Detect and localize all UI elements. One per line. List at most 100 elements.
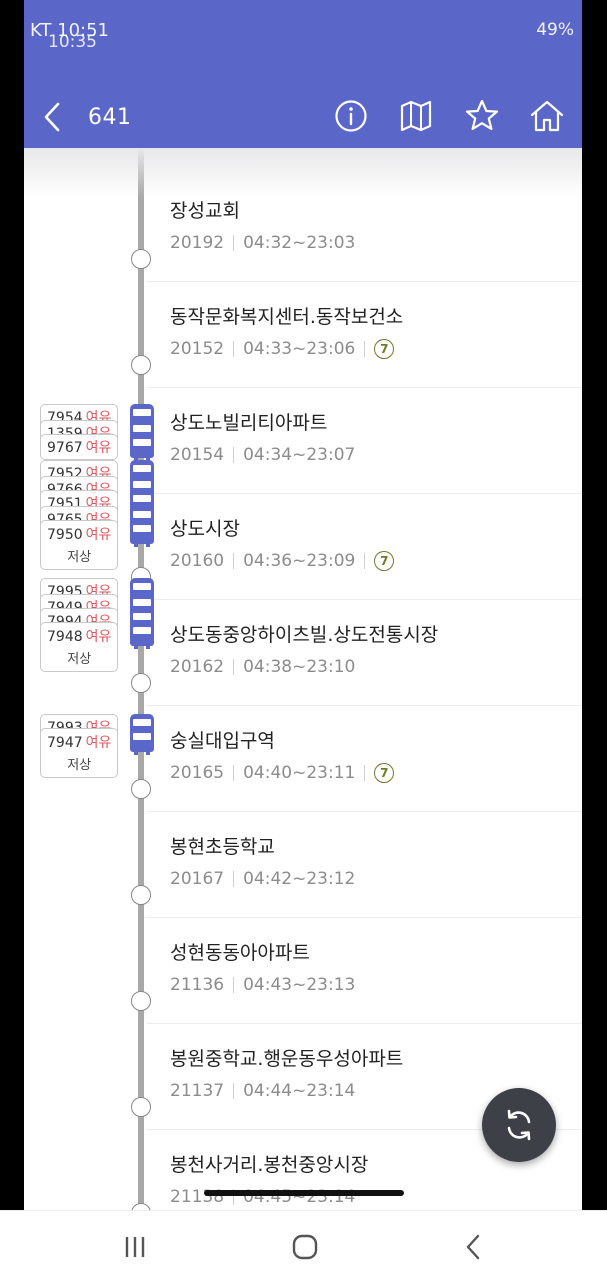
divider [233,871,235,887]
chevron-down-icon[interactable] [131,1203,151,1210]
stop-meta: 20160 04:36~23:09 7 [170,551,395,571]
divider [233,1083,235,1099]
divider [233,977,235,993]
low-floor-label: 저상 [67,758,92,773]
route-number-title: 641 [88,105,132,130]
divider [233,659,235,675]
subway-line-badge: 7 [374,339,395,359]
stop-name: 성현동동아아파트 [170,942,310,964]
stop-list[interactable]: 장성교회 20192 04:32~23:03 동작문화복지센터.동작보건소 20… [24,148,582,1210]
recent-apps-icon[interactable] [117,1229,153,1265]
gesture-handle[interactable] [204,1190,404,1196]
system-nav-bar [0,1210,607,1280]
stop-meta: 20192 04:32~23:03 [170,233,355,253]
stop-id: 20167 [170,869,225,889]
stop-meta: 20167 04:42~23:12 [170,869,355,889]
refresh-icon [507,1109,531,1141]
stop-meta: 21137 04:44~23:14 [170,1081,355,1101]
back-chevron-icon[interactable] [456,1229,492,1265]
subway-line-badge: 7 [374,551,395,571]
info-icon[interactable] [333,98,369,134]
divider [364,341,366,357]
stop-name: 상도노빌리티아파트 [170,412,328,434]
status-bar: KT 10:51 10:35 49% [24,0,582,56]
home-icon[interactable] [529,98,565,134]
bus-crowd-status: 여유 [85,440,112,456]
bus-plate: 7948 [47,629,83,645]
stop-name: 동작문화복지센터.동작보건소 [170,306,404,328]
stop-hours: 04:42~23:12 [243,869,356,889]
stop-id: 20192 [170,233,225,253]
chevron-down-icon[interactable] [131,885,151,905]
divider [364,765,366,781]
divider [364,553,366,569]
bus-tag[interactable]: 9767 여유 [40,434,119,460]
bus-tag[interactable]: 7948 여유저상 [40,622,119,672]
back-arrow-icon[interactable] [38,100,68,134]
stop-hours: 04:33~23:06 [243,339,356,359]
divider [233,447,235,463]
divider [233,235,235,251]
stop-id: 20162 [170,657,225,677]
chevron-down-icon[interactable] [131,355,151,375]
subway-line-badge: 7 [374,763,395,783]
bus-icon[interactable] [130,520,154,547]
low-floor-label: 저상 [67,652,92,667]
star-icon[interactable] [464,98,500,134]
chevron-down-icon[interactable] [131,779,151,799]
stop-meta: 20162 04:38~23:10 [170,657,355,677]
divider [233,341,235,357]
divider [233,553,235,569]
status-overlay-time: 10:35 [48,32,97,52]
stop-id: 20154 [170,445,225,465]
bus-tag[interactable]: 7950 여유저상 [40,520,119,570]
refresh-button[interactable] [482,1088,556,1162]
stop-id: 20152 [170,339,225,359]
stop-hours: 04:40~23:11 [243,763,356,783]
bus-plate: 9767 [47,440,83,456]
status-battery: 49% [536,20,574,40]
stop-hours: 04:32~23:03 [243,233,356,253]
bus-plate: 7950 [47,527,83,543]
stop-hours: 04:38~23:10 [243,657,356,677]
home-circle-icon[interactable] [287,1229,323,1265]
chevron-down-icon[interactable] [131,249,151,269]
bus-crowd-status: 여유 [85,527,112,543]
stop-name: 숭실대입구역 [170,730,275,752]
chevron-down-icon[interactable] [131,673,151,693]
stop-id: 21136 [170,975,225,995]
stop-row[interactable]: 동작문화복지센터.동작보건소 20152 04:33~23:06 7 [24,282,582,388]
map-icon[interactable] [398,98,434,134]
stop-meta: 21136 04:43~23:13 [170,975,355,995]
stop-hours: 04:43~23:13 [243,975,356,995]
stop-hours: 04:34~23:07 [243,445,356,465]
stop-meta: 20152 04:33~23:06 7 [170,339,395,359]
stop-id: 20160 [170,551,225,571]
stop-meta: 20165 04:40~23:11 7 [170,763,395,783]
stop-name: 장성교회 [170,200,240,222]
app-bar: 641 [24,56,582,148]
chevron-down-icon[interactable] [131,1097,151,1117]
stop-name: 상도동중앙하이츠빌.상도전통시장 [170,624,439,646]
bus-crowd-status: 여유 [85,629,112,645]
stop-name: 상도시장 [170,518,240,540]
stop-row[interactable]: 봉현초등학교 20167 04:42~23:12 [24,812,582,918]
stop-name: 봉원중학교.행운동우성아파트 [170,1048,404,1070]
bus-icon[interactable] [130,728,154,755]
bus-icon[interactable] [130,434,154,461]
bus-icon[interactable] [130,622,154,649]
bus-plate: 7947 [47,735,83,751]
chevron-down-icon[interactable] [131,991,151,1011]
low-floor-label: 저상 [67,550,92,565]
stop-name: 봉현초등학교 [170,836,275,858]
stop-id: 20165 [170,763,225,783]
stop-meta: 20154 04:34~23:07 [170,445,355,465]
stop-row[interactable]: 성현동동아아파트 21136 04:43~23:13 [24,918,582,1024]
app-screen: KT 10:51 10:35 49% 641 장성교회 20192 04:32~… [24,0,582,1210]
stop-id: 21137 [170,1081,225,1101]
scroll-fade [24,148,582,198]
bus-crowd-status: 여유 [85,735,112,751]
stop-hours: 04:36~23:09 [243,551,356,571]
bus-tag[interactable]: 7947 여유저상 [40,728,119,778]
divider [233,765,235,781]
